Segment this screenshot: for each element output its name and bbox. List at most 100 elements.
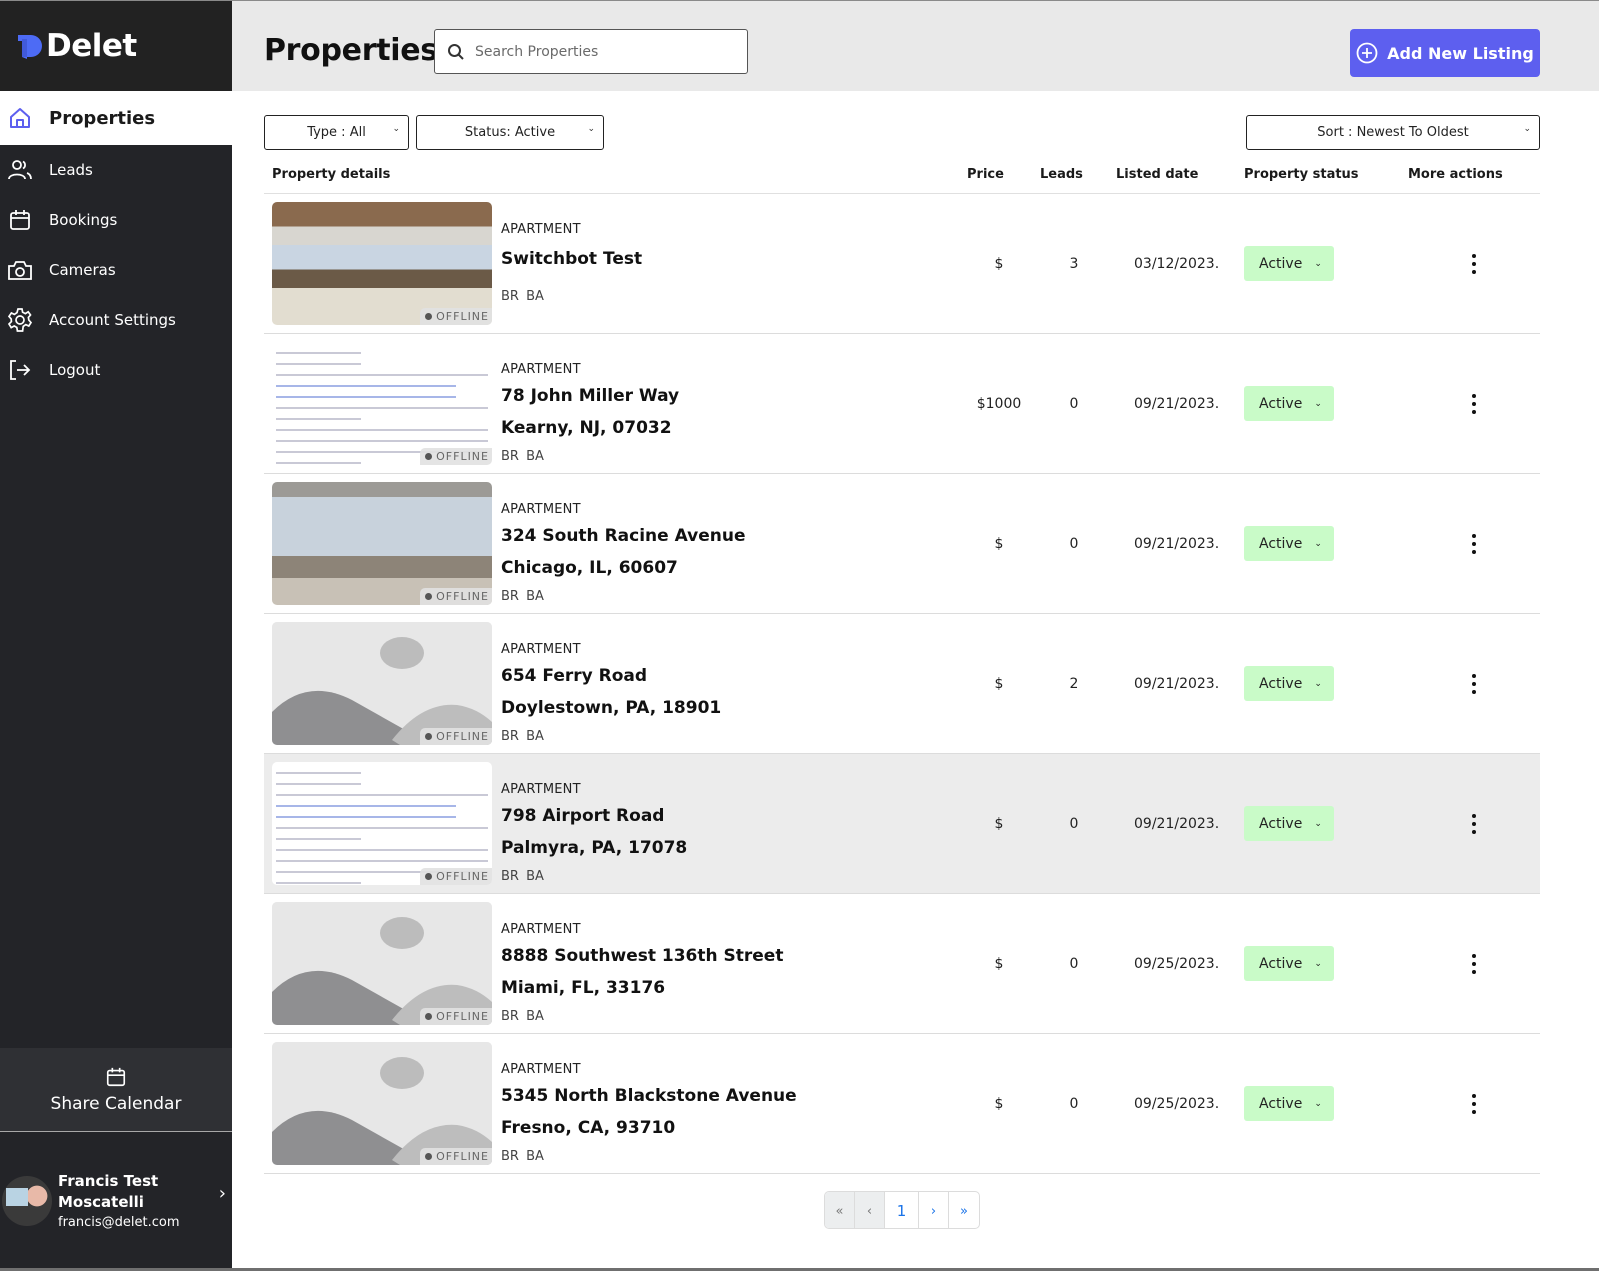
column-header-property-details: Property details <box>272 167 391 182</box>
status-dot-icon <box>425 733 433 740</box>
status-filter-dropdown[interactable]: Status: Active ⌄ <box>416 115 604 150</box>
kebab-dot-icon <box>1472 674 1476 678</box>
sidebar-item-cameras[interactable]: Cameras <box>0 245 232 295</box>
more-actions-button[interactable] <box>1464 392 1484 416</box>
kebab-dot-icon <box>1472 542 1476 546</box>
property-thumbnail[interactable]: OFFLINE <box>272 902 492 1025</box>
page-1-button[interactable]: 1 <box>885 1192 919 1228</box>
table-row[interactable]: OFFLINE APARTMENT 8888 Southwest 136th Str… <box>264 894 1540 1034</box>
property-name[interactable]: 8888 Southwest 136th Street <box>501 946 783 966</box>
more-actions-button[interactable] <box>1464 672 1484 696</box>
property-status-value: Active <box>1259 535 1303 552</box>
share-calendar-button[interactable]: Share Calendar <box>0 1048 232 1132</box>
property-name[interactable]: 798 Airport Road <box>501 806 664 826</box>
table-row[interactable]: OFFLINE APARTMENT 78 John Miller Way Kearny… <box>264 334 1540 474</box>
kebab-dot-icon <box>1472 410 1476 414</box>
more-actions-button[interactable] <box>1464 532 1484 556</box>
property-name[interactable]: Switchbot Test <box>501 249 642 269</box>
table-row[interactable]: OFFLINE APARTMENT 5345 North Blackstone Av… <box>264 1034 1540 1174</box>
calendar-icon <box>7 207 33 233</box>
last-page-button[interactable]: » <box>949 1192 979 1228</box>
column-header-price: Price <box>967 167 1004 182</box>
sort-dropdown[interactable]: Sort : Newest To Oldest ⌄ <box>1246 115 1540 150</box>
property-name[interactable]: 78 John Miller Way <box>501 386 679 406</box>
property-status-dropdown[interactable]: Active ⌄ <box>1244 1086 1334 1121</box>
user-profile-card[interactable]: Francis Test Moscatelli francis@delet.co… <box>0 1133 232 1268</box>
table-row[interactable]: OFFLINE APARTMENT 324 South Racine Avenue C… <box>264 474 1540 614</box>
property-thumbnail[interactable]: OFFLINE <box>272 482 492 605</box>
type-filter-dropdown[interactable]: Type : All ⌄ <box>264 115 409 150</box>
property-status-value: Active <box>1259 955 1303 972</box>
property-status-dropdown[interactable]: Active ⌄ <box>1244 246 1334 281</box>
more-actions-button[interactable] <box>1464 812 1484 836</box>
kebab-dot-icon <box>1472 682 1476 686</box>
sidebar: Delet Properties Leads Bookings Cameras … <box>0 0 232 1271</box>
bedrooms-bathrooms: BR BA <box>501 1009 544 1024</box>
property-price: $1000 <box>976 396 1022 412</box>
bedrooms-bathrooms: BR BA <box>501 1149 544 1164</box>
property-thumbnail[interactable]: OFFLINE <box>272 202 492 325</box>
chevron-down-icon: ⌄ <box>587 124 595 134</box>
property-thumbnail[interactable]: OFFLINE <box>272 1042 492 1165</box>
logo[interactable]: Delet <box>0 0 232 91</box>
previous-page-button[interactable]: ‹ <box>855 1192 885 1228</box>
property-name[interactable]: 5345 North Blackstone Avenue <box>501 1086 797 1106</box>
search-input[interactable] <box>475 43 735 60</box>
property-leads-count: 2 <box>1069 676 1079 692</box>
property-leads-count: 0 <box>1069 956 1079 972</box>
property-thumbnail[interactable]: OFFLINE <box>272 622 492 745</box>
property-status-value: Active <box>1259 255 1303 272</box>
kebab-dot-icon <box>1472 270 1476 274</box>
page-header: Properties Add New Listing <box>232 1 1599 91</box>
property-thumbnail[interactable]: OFFLINE <box>272 342 492 465</box>
pagination: « ‹ 1 › » <box>824 1191 980 1229</box>
status-dot-icon <box>425 453 433 460</box>
first-page-button[interactable]: « <box>825 1192 855 1228</box>
offline-badge: OFFLINE <box>420 1148 492 1165</box>
bedrooms-label: BR <box>501 589 519 604</box>
offline-badge: OFFLINE <box>420 868 492 885</box>
property-status-dropdown[interactable]: Active ⌄ <box>1244 666 1334 701</box>
image-placeholder-icon <box>272 902 492 1025</box>
property-status-dropdown[interactable]: Active ⌄ <box>1244 946 1334 981</box>
property-type: APARTMENT <box>501 362 581 377</box>
kebab-dot-icon <box>1472 954 1476 958</box>
status-dot-icon <box>425 1153 433 1160</box>
table-row[interactable]: OFFLINE APARTMENT Switchbot Test BR BA $3 03/… <box>264 194 1540 334</box>
search-box[interactable] <box>434 29 748 74</box>
next-page-button[interactable]: › <box>919 1192 949 1228</box>
table-row[interactable]: OFFLINE APARTMENT 654 Ferry Road Doylestown… <box>264 614 1540 754</box>
more-actions-button[interactable] <box>1464 252 1484 276</box>
chevron-down-icon: ⌄ <box>1314 678 1322 689</box>
kebab-dot-icon <box>1472 830 1476 834</box>
property-type: APARTMENT <box>501 922 581 937</box>
kebab-dot-icon <box>1472 550 1476 554</box>
kebab-dot-icon <box>1472 402 1476 406</box>
more-actions-button[interactable] <box>1464 952 1484 976</box>
property-name[interactable]: 654 Ferry Road <box>501 666 647 686</box>
property-thumbnail[interactable]: OFFLINE <box>272 762 492 885</box>
property-status-dropdown[interactable]: Active ⌄ <box>1244 806 1334 841</box>
sidebar-item-properties[interactable]: Properties <box>0 91 232 145</box>
kebab-dot-icon <box>1472 962 1476 966</box>
property-status-dropdown[interactable]: Active ⌄ <box>1244 526 1334 561</box>
status-dot-icon <box>425 593 433 600</box>
sidebar-item-account-settings[interactable]: Account Settings <box>0 295 232 345</box>
gear-icon <box>7 307 33 333</box>
sort-value: Sort : Newest To Oldest <box>1317 125 1469 140</box>
camera-icon <box>7 257 33 283</box>
sidebar-item-leads[interactable]: Leads <box>0 145 232 195</box>
more-actions-button[interactable] <box>1464 1092 1484 1116</box>
property-type: APARTMENT <box>501 1062 581 1077</box>
property-name[interactable]: 324 South Racine Avenue <box>501 526 746 546</box>
property-city: Miami, FL, 33176 <box>501 978 666 998</box>
status-filter-value: Status: Active <box>464 125 556 140</box>
bathrooms-label: BA <box>526 1149 544 1164</box>
table-row[interactable]: OFFLINE APARTMENT 798 Airport Road Palmyra,… <box>264 754 1540 894</box>
offline-badge: OFFLINE <box>420 588 492 605</box>
plus-circle-icon <box>1356 42 1378 64</box>
sidebar-item-bookings[interactable]: Bookings <box>0 195 232 245</box>
property-status-dropdown[interactable]: Active ⌄ <box>1244 386 1334 421</box>
add-new-listing-button[interactable]: Add New Listing <box>1350 29 1540 77</box>
sidebar-item-logout[interactable]: Logout <box>0 345 232 395</box>
